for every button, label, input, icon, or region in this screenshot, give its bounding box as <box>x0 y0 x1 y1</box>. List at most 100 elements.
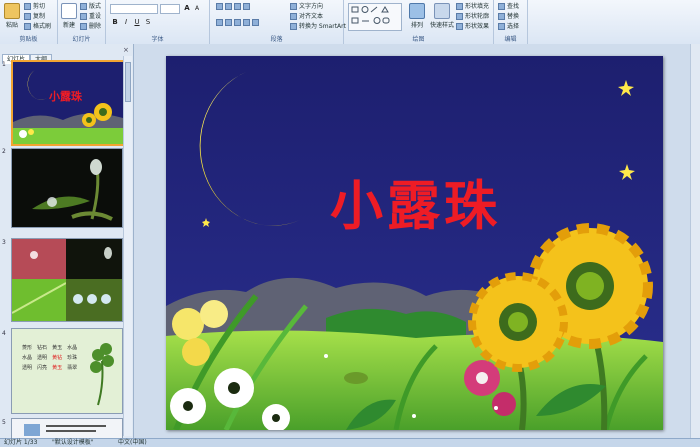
layout-button[interactable]: 版式 <box>80 2 101 11</box>
thumb-3-art <box>12 239 122 321</box>
copy-button[interactable]: 复制 <box>24 12 45 21</box>
select-button[interactable]: 选择 <box>498 22 519 31</box>
thumb-5-picture <box>24 424 40 436</box>
slide-number: 3 <box>2 239 6 246</box>
reset-icon <box>80 13 87 20</box>
reset-button[interactable]: 重设 <box>80 12 101 21</box>
slide-thumbnail-2[interactable] <box>11 148 123 228</box>
cut-button[interactable]: 剪切 <box>24 2 45 11</box>
thumb-1-title: 小露珠 <box>48 89 83 103</box>
align-center-icon <box>225 19 232 26</box>
strikethrough-button[interactable]: S <box>143 18 153 27</box>
fill-icon <box>456 3 463 10</box>
replace-button[interactable]: 替换 <box>498 12 519 21</box>
bullets-icon <box>216 3 223 10</box>
paragraph-group-label: 段落 <box>270 36 283 43</box>
paragraph-group: 文字方向 对齐文本 转换为 SmartArt 段落 <box>210 0 346 44</box>
pane-scrollbar-thumb[interactable] <box>125 62 131 102</box>
dew-sparkle-icon <box>412 414 416 418</box>
brush-icon <box>24 23 31 30</box>
quick-styles-icon <box>434 3 450 19</box>
columns-icon <box>252 19 259 26</box>
binoculars-icon <box>498 3 505 10</box>
layout-icon <box>80 3 87 10</box>
paste-icon <box>4 3 20 19</box>
slide-title[interactable]: 小露珠 <box>330 177 501 237</box>
shrink-font-button[interactable]: A <box>192 4 202 13</box>
shape-fill-button[interactable]: 形状填充 <box>456 2 489 11</box>
justify-icon <box>243 19 250 26</box>
slide-number: 2 <box>2 148 6 155</box>
arrange-button[interactable]: 排列 <box>408 3 426 31</box>
close-pane-icon[interactable]: × <box>123 46 129 54</box>
bold-button[interactable]: B <box>110 18 120 27</box>
quick-styles-button[interactable]: 快速样式 <box>430 3 454 31</box>
smartart-icon <box>290 23 297 30</box>
slide-number: 1 <box>2 61 6 68</box>
align-buttons[interactable] <box>216 18 261 27</box>
find-button[interactable]: 查找 <box>498 2 519 11</box>
font-name-select[interactable] <box>110 4 158 14</box>
slide-number: 4 <box>2 330 6 337</box>
slide-thumbnail-4[interactable]: 菱形 钻石 黄玉 水晶 水晶 透明 黄钻 珍珠 透明 闪亮 黄玉 翡翠 <box>11 328 123 414</box>
delete-icon <box>80 23 87 30</box>
delete-button[interactable]: 删除 <box>80 22 101 31</box>
effects-icon <box>456 23 463 30</box>
format-painter-button[interactable]: 格式刷 <box>24 22 51 31</box>
drawing-group: 排列 快速样式 形状填充 形状轮廓 形状效果 绘图 <box>344 0 494 44</box>
thumb-1-art: 小露珠 <box>13 70 123 144</box>
shape-effects-button[interactable]: 形状效果 <box>456 22 489 31</box>
editing-group-label: 编辑 <box>504 36 517 43</box>
select-icon <box>498 23 505 30</box>
font-group-label: 字体 <box>151 36 164 43</box>
editing-group: 查找 替换 选择 编辑 <box>494 0 528 44</box>
indent-icon <box>234 3 241 10</box>
text-direction-icon <box>290 3 297 10</box>
slide-number: 5 <box>2 419 6 426</box>
align-text-button[interactable]: 对齐文本 <box>290 12 323 21</box>
pane-tabs: 幻灯片大纲 <box>2 46 53 64</box>
arrange-icon <box>409 3 425 19</box>
text-direction-button[interactable]: 文字方向 <box>290 2 323 11</box>
dew-sparkle-icon <box>494 406 498 410</box>
pane-scrollbar[interactable] <box>123 56 132 436</box>
smartart-button[interactable]: 转换为 SmartArt <box>290 22 346 31</box>
thumb-5-text-line <box>46 430 96 432</box>
outdent-icon <box>243 3 250 10</box>
clipboard-group-label: 剪贴板 <box>19 36 38 43</box>
ribbon: 粘贴 剪切 复制 格式刷 剪贴板 新建 版式 重设 删除 幻灯片 A A B I… <box>0 0 700 45</box>
scissors-icon <box>24 3 31 10</box>
clover-icon <box>90 343 114 406</box>
shapes-icon <box>351 6 390 24</box>
slides-group-label: 幻灯片 <box>72 36 91 43</box>
drawing-group-label: 绘图 <box>412 36 425 43</box>
clipboard-group: 粘贴 剪切 复制 格式刷 剪贴板 <box>0 0 58 44</box>
slides-pane: 幻灯片大纲 × 1 小露珠 2 3 <box>0 44 134 440</box>
outline-icon <box>456 13 463 20</box>
slide-artwork <box>166 56 663 430</box>
new-slide-button[interactable]: 新建 <box>60 3 78 31</box>
canvas-scrollbar[interactable] <box>690 44 700 438</box>
shape-outline-button[interactable]: 形状轮廓 <box>456 12 489 21</box>
slides-group: 新建 版式 重设 删除 幻灯片 <box>58 0 106 44</box>
font-group: A A B I U S 字体 <box>106 0 210 44</box>
italic-button[interactable]: I <box>121 18 131 27</box>
align-left-icon <box>216 19 223 26</box>
thumb-2-art <box>32 159 113 221</box>
shapes-gallery[interactable] <box>348 3 402 31</box>
slide-thumbnail-1[interactable]: 小露珠 <box>11 60 125 146</box>
rock <box>344 372 368 384</box>
paste-button[interactable]: 粘贴 <box>3 3 21 31</box>
bullets-button[interactable] <box>216 2 252 11</box>
new-slide-icon <box>61 3 77 19</box>
current-slide[interactable] <box>166 56 663 430</box>
grow-font-button[interactable]: A <box>182 4 192 13</box>
numbering-icon <box>225 3 232 10</box>
align-text-icon <box>290 13 297 20</box>
slide-thumbnail-5[interactable] <box>11 418 123 440</box>
slide-thumbnail-3[interactable] <box>11 238 123 322</box>
underline-button[interactable]: U <box>132 18 142 27</box>
thumb-5-text-line <box>46 425 106 427</box>
font-size-select[interactable] <box>160 4 180 14</box>
replace-icon <box>498 13 505 20</box>
